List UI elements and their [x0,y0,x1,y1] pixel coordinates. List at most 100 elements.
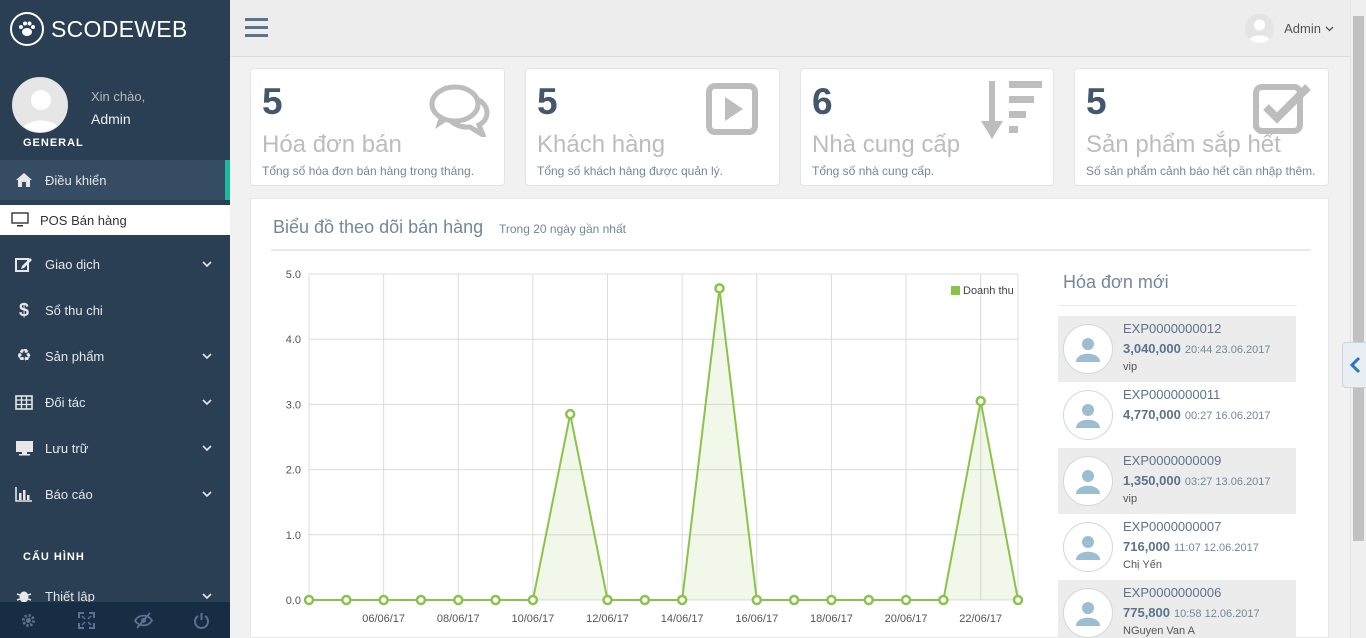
data-point [938,594,949,606]
invoice-time: 20:44 23.06.2017 [1184,344,1271,356]
y-tick-label: 2.0 [286,465,301,477]
sidebar-footer [0,602,230,638]
data-point [490,594,501,606]
sidebar-item-dashboard[interactable]: Điều khiển [0,160,230,200]
side-panel-toggle[interactable] [1342,342,1366,388]
invoice-amount: 1,350,000 03:27 13.06.2017 [1123,473,1270,488]
fullscreen-icon[interactable] [58,602,116,638]
list-item[interactable]: EXP0000000011 4,770,000 00:27 16.06.2017 [1058,382,1296,448]
settings-icon[interactable] [0,602,58,638]
tile-low-stock: 5 Sản phẩm sắp hết Số sản phẩm cảnh báo … [1074,68,1329,186]
invoice-amount: 3,040,000 20:44 23.06.2017 [1123,341,1270,356]
chevron-down-icon [202,491,212,497]
user-icon [1063,522,1113,572]
sidebar-item-reports[interactable]: Báo cáo [0,474,230,514]
data-point [341,594,352,606]
table-icon [14,394,34,410]
brand-name: SCODEWEB [51,15,188,42]
invoice-code: EXP0000000009 [1123,453,1222,468]
tile-title: Hóa đơn bán [262,131,402,158]
sidebar-item-label: Đối tác [45,394,86,410]
invoice-time: 03:27 13.06.2017 [1184,476,1271,488]
user-name: Admin [1284,21,1321,36]
legend-label: Doanh thu [963,285,1014,297]
sidebar-item-label: Điều khiển [45,172,107,188]
tile-count: 5 [1086,81,1107,122]
user-icon [1063,456,1113,506]
scrollbar[interactable] [1350,0,1366,638]
data-point [1012,594,1024,606]
chevron-down-icon [202,399,212,405]
divider [1059,305,1297,306]
chevron-down-icon [1325,26,1334,32]
greeting: Xin chào, [91,89,146,104]
recent-invoices-title: Hóa đơn mới [1063,272,1169,292]
sidebar-item-label: Sổ thu chi [45,302,103,318]
data-point [415,594,427,606]
brand[interactable]: SCODEWEB [10,10,188,48]
scrollbar-thumb[interactable] [1353,16,1364,541]
x-tick-label: 18/06/17 [810,613,853,625]
power-icon[interactable] [173,602,231,638]
paw-icon [10,12,44,46]
tile-customers: 5 Khách hàng Tổng số khách hàng được quả… [525,68,780,186]
data-point [378,594,389,606]
tile-count: 5 [262,81,283,122]
home-icon [14,172,34,188]
invoice-code: EXP0000000011 [1123,387,1221,402]
invoice-total: 3,040,000 [1123,341,1181,356]
sidebar-item-cashbook[interactable]: $ Sổ thu chi [0,290,230,330]
avatar [1245,14,1275,43]
x-tick-label: 16/06/17 [735,613,778,625]
data-point [303,594,315,606]
chevron-down-icon [202,593,212,599]
data-point [602,594,613,606]
tile-count: 5 [537,81,558,122]
top-navbar: Admin [230,0,1350,57]
panel-subtitle: Trong 20 ngày gần nhất [499,222,626,236]
sidebar-item-transactions[interactable]: Giao dịch [0,244,230,284]
tile-title: Khách hàng [537,131,666,158]
invoice-time: 11:07 12.06.2017 [1174,542,1259,554]
list-item[interactable]: EXP0000000006 775,800 10:58 12.06.2017 NG… [1058,580,1296,638]
tile-desc: Tổng số nhà cung cấp. [812,164,935,178]
sidebar-item-products[interactable]: ♻ Sản phẩm [0,336,230,376]
sidebar-item-partners[interactable]: Đối tác [0,382,230,422]
data-point [900,594,912,606]
invoice-amount: 4,770,000 00:27 16.06.2017 [1123,407,1270,422]
invoice-time: 00:27 16.06.2017 [1184,410,1271,422]
sidebar-item-pos[interactable]: POS Bán hàng [0,205,230,235]
dollar-icon: $ [18,299,29,320]
section-general: GENERAL [23,137,84,149]
list-item[interactable]: EXP0000000007 716,000 11:07 12.06.2017 Ch… [1058,514,1296,580]
user-menu[interactable]: Admin [1245,14,1334,43]
check-square-icon [1253,81,1313,142]
list-item[interactable]: EXP0000000012 3,040,000 20:44 23.06.2017 … [1058,316,1296,382]
data-point [751,594,763,606]
chevron-left-icon [1349,356,1361,374]
y-tick-label: 0.0 [286,595,301,607]
invoice-amount: 775,800 10:58 12.06.2017 [1123,605,1260,620]
sales-panel: Biểu đồ theo dõi bán hàng Trong 20 ngày … [250,198,1329,638]
series-line [309,288,1019,601]
eye-slash-icon[interactable] [115,602,173,638]
data-point [676,594,688,606]
menu-toggle-icon[interactable] [245,17,268,42]
data-point [826,594,837,606]
monitor-icon [10,212,30,228]
sidebar-item-label: Lưu trữ [45,440,89,456]
edit-icon [14,256,34,272]
play-square-icon [706,83,758,140]
data-point [453,594,464,606]
x-tick-label: 14/06/17 [661,613,704,625]
list-item[interactable]: EXP0000000009 1,350,000 03:27 13.06.2017 … [1058,448,1296,514]
tile-sales-invoices: 5 Hóa đơn bán Tổng số hóa đơn bán hàng t… [250,68,505,186]
invoice-total: 4,770,000 [1123,407,1181,422]
user-icon [1063,324,1113,374]
sort-amount-desc-icon [981,79,1043,146]
sidebar-item-storage[interactable]: Lưu trữ [0,428,230,468]
legend-swatch [951,286,960,295]
tile-desc: Tổng số hóa đơn bán hàng trong tháng. [262,164,475,178]
tile-count: 6 [812,81,833,122]
x-tick-label: 12/06/17 [586,613,629,625]
